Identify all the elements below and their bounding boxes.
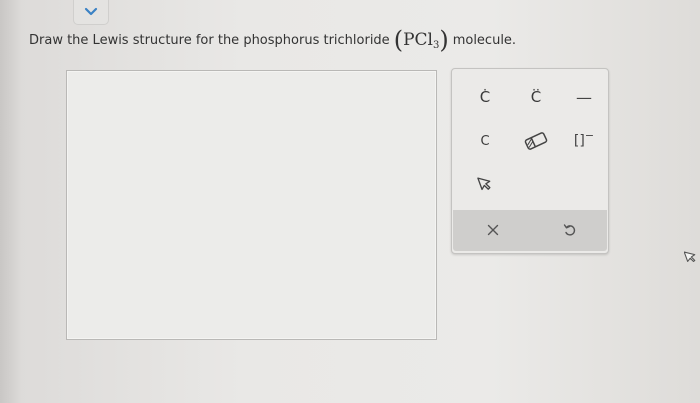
- clear-button[interactable]: [473, 214, 513, 246]
- charge-symbol: −: [584, 129, 595, 142]
- eraser-icon: [524, 132, 548, 150]
- undo-icon: [563, 224, 576, 236]
- single-dot-mark: ·: [483, 83, 487, 97]
- eraser-tool[interactable]: [516, 125, 556, 157]
- action-bar: [453, 210, 607, 251]
- radical-atom-tool[interactable]: · C: [465, 81, 505, 113]
- bracket-charge-tool[interactable]: []−: [564, 125, 604, 157]
- question-prompt: Draw the Lewis structure for the phospho…: [29, 25, 516, 55]
- chevron-down-icon: [84, 7, 98, 16]
- drawing-canvas[interactable]: [66, 70, 437, 340]
- question-text-before: Draw the Lewis structure for the phospho…: [29, 32, 390, 48]
- bond-symbol: —: [576, 87, 592, 107]
- question-text-after: molecule.: [452, 32, 517, 48]
- select-pointer-tool[interactable]: [465, 167, 505, 199]
- cursor-arrow-icon: [683, 251, 696, 263]
- bracket-symbol: []: [573, 133, 585, 149]
- screen-edge-shadow: [0, 0, 22, 403]
- atom-label: C: [480, 133, 490, 149]
- double-dot-mark: ··: [532, 83, 540, 97]
- atom-tool[interactable]: C: [465, 125, 505, 157]
- formula-base: PCl: [403, 30, 433, 50]
- mouse-cursor: [683, 248, 698, 268]
- bond-tool[interactable]: —: [564, 81, 604, 113]
- lone-pair-atom-tool[interactable]: ·· C: [516, 81, 556, 113]
- chemical-formula: (PCl 3): [393, 26, 449, 54]
- tool-palette: · C ·· C — C []−: [451, 68, 609, 254]
- cursor-arrow-icon: [477, 177, 491, 191]
- collapse-toggle-button[interactable]: [73, 0, 109, 25]
- close-icon: [487, 224, 499, 236]
- formula-subscript: 3: [432, 39, 440, 51]
- undo-button[interactable]: [550, 214, 590, 246]
